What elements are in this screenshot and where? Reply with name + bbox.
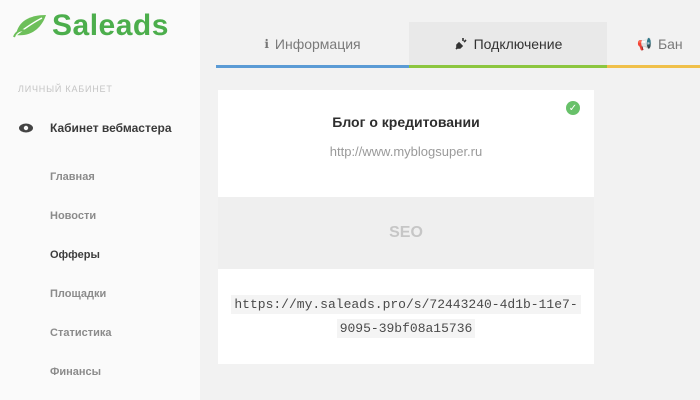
tab-information-label: Информация <box>274 35 361 52</box>
site-card-header: ✓ Блог о кредитовании http://www.myblogs… <box>218 90 594 197</box>
referral-link-area: https://my.saleads.pro/s/72443240-4d1b-1… <box>218 269 594 364</box>
info-icon: ℹ <box>264 36 269 51</box>
brand-name: Saleads <box>52 9 169 42</box>
tab-connection-label: Подключение <box>473 35 563 52</box>
sidebar-item-platforms[interactable]: Площадки <box>50 277 112 316</box>
sidebar-item-offers[interactable]: Офферы <box>50 238 112 277</box>
sidebar-item-home[interactable]: Главная <box>50 160 112 199</box>
plug-icon <box>455 37 467 50</box>
sidebar-item-finance[interactable]: Финансы <box>50 355 112 394</box>
referral-link-line-2: 9095-39bf08a15736 <box>336 318 476 338</box>
tab-banners-label: Бан <box>657 35 683 52</box>
check-circle-icon: ✓ <box>566 101 580 115</box>
site-name: Блог о кредитовании <box>332 114 480 130</box>
tab-bar: ℹ Информация Подключение 📢 Бан <box>216 22 700 68</box>
eye-icon <box>19 123 33 133</box>
megaphone-icon: 📢 <box>637 36 652 51</box>
sidebar-nav: Главная Новости Офферы Площадки Статисти… <box>50 160 112 394</box>
site-card: ✓ Блог о кредитовании http://www.myblogs… <box>218 90 594 364</box>
referral-link-line-1: https://my.saleads.pro/s/72443240-4d1b-1… <box>231 294 581 314</box>
referral-link[interactable]: https://my.saleads.pro/s/72443240-4d1b-1… <box>226 293 586 341</box>
tab-information[interactable]: ℹ Информация <box>216 22 409 68</box>
seo-label: SEO <box>389 224 423 241</box>
sidebar: Saleads ЛИЧНЫЙ КАБИНЕТ Кабинет вебмастер… <box>0 0 200 400</box>
seo-section: SEO <box>218 197 594 269</box>
sidebar-item-statistics[interactable]: Статистика <box>50 316 112 355</box>
logo[interactable]: Saleads <box>12 8 169 44</box>
site-url[interactable]: http://www.myblogsuper.ru <box>218 144 594 159</box>
sidebar-item-news[interactable]: Новости <box>50 199 112 238</box>
sidebar-section-label: ЛИЧНЫЙ КАБИНЕТ <box>18 84 113 94</box>
tab-connection[interactable]: Подключение <box>409 22 607 68</box>
tab-banners[interactable]: 📢 Бан <box>607 22 700 68</box>
cabinet-link[interactable]: Кабинет вебмастера <box>18 118 172 138</box>
cabinet-label: Кабинет вебмастера <box>50 121 172 135</box>
leaf-logo-icon <box>13 15 46 38</box>
